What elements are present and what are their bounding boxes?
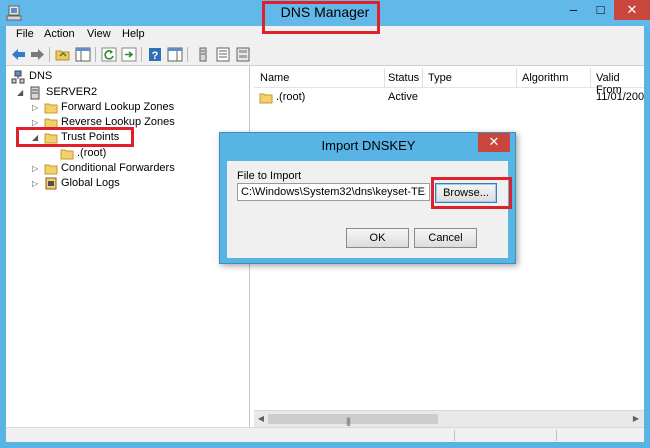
tree-label-dns: DNS bbox=[29, 70, 53, 82]
scrollbar-grip: ||| bbox=[346, 416, 351, 426]
properties-icon[interactable] bbox=[234, 46, 252, 63]
tree-label-root: .(root) bbox=[77, 147, 107, 159]
tree-node-server2[interactable]: ◢ SERVER2 bbox=[17, 85, 217, 100]
menu-view[interactable]: View bbox=[87, 28, 111, 40]
annotation-highlight-trust-points bbox=[16, 127, 134, 147]
close-window-button[interactable]: ✕ bbox=[614, 0, 650, 20]
tree-node-global-logs[interactable]: ▷ Global Logs bbox=[32, 176, 242, 191]
dialog-close-button[interactable]: ✕ bbox=[478, 133, 510, 152]
column-divider[interactable] bbox=[590, 68, 591, 88]
column-divider[interactable] bbox=[516, 68, 517, 88]
list-view-icon[interactable] bbox=[214, 46, 232, 63]
menu-file[interactable]: File bbox=[16, 28, 34, 40]
scroll-left-arrow-icon[interactable]: ◀ bbox=[255, 413, 267, 425]
svg-text:?: ? bbox=[152, 50, 159, 62]
row-valid-from: 11/01/2009 bbox=[596, 91, 644, 103]
column-header-name[interactable]: Name bbox=[260, 72, 289, 84]
toolbar-separator bbox=[187, 47, 188, 62]
list-header: Name Status Type Algorithm Valid From bbox=[254, 68, 644, 96]
file-path-input[interactable] bbox=[237, 183, 430, 201]
cancel-button[interactable]: Cancel bbox=[414, 228, 477, 248]
ok-button[interactable]: OK bbox=[346, 228, 409, 248]
tree-node-forward-lookup-zones[interactable]: ▷ Forward Lookup Zones bbox=[32, 100, 242, 115]
scroll-right-arrow-icon[interactable]: ▶ bbox=[630, 413, 642, 425]
console-tree: DNS ◢ SERVER2 ▷ Forward Lookup Zones ▷ R… bbox=[6, 66, 250, 442]
tree-node-dns[interactable]: DNS bbox=[11, 69, 211, 84]
show-console-tree-icon[interactable] bbox=[74, 46, 92, 63]
tree-node-root[interactable]: .(root) bbox=[60, 146, 210, 161]
annotation-highlight-title bbox=[262, 1, 380, 34]
column-header-type[interactable]: Type bbox=[428, 72, 452, 84]
tree-label-server: SERVER2 bbox=[46, 86, 98, 98]
tree-label-conditional-forwarders: Conditional Forwarders bbox=[61, 162, 175, 174]
event-log-icon bbox=[44, 177, 58, 193]
export-list-icon[interactable] bbox=[120, 46, 138, 63]
help-icon[interactable]: ? bbox=[146, 46, 164, 63]
tree-node-conditional-forwarders[interactable]: ▷ Conditional Forwarders bbox=[32, 161, 242, 176]
column-header-algorithm[interactable]: Algorithm bbox=[522, 72, 568, 84]
minimize-button[interactable]: – bbox=[560, 0, 587, 20]
annotation-highlight-browse bbox=[431, 177, 512, 209]
expand-arrow-icon[interactable]: ▷ bbox=[32, 118, 38, 127]
forward-arrow-icon[interactable] bbox=[28, 46, 46, 63]
up-folder-icon[interactable] bbox=[54, 46, 72, 63]
tree-label-global-logs: Global Logs bbox=[61, 177, 120, 189]
maximize-button[interactable]: □ bbox=[587, 0, 614, 20]
toolbar-separator bbox=[49, 47, 50, 62]
expand-arrow-icon[interactable]: ▷ bbox=[32, 179, 38, 188]
horizontal-scrollbar[interactable]: ◀ ||| ▶ bbox=[254, 410, 644, 427]
back-arrow-icon[interactable] bbox=[10, 46, 28, 63]
dialog-body: File to Import Browse... OK Cancel bbox=[227, 161, 508, 258]
expand-arrow-icon[interactable]: ▷ bbox=[32, 103, 38, 112]
tree-label-forward-lookup-zones: Forward Lookup Zones bbox=[61, 101, 175, 113]
dialog-title: Import DNSKEY bbox=[321, 138, 416, 153]
column-header-status[interactable]: Status bbox=[388, 72, 419, 84]
file-to-import-label: File to Import bbox=[237, 170, 302, 182]
toolbar: ? bbox=[6, 44, 644, 66]
list-item[interactable]: .(root) Active 11/01/2009 bbox=[254, 90, 644, 106]
menu-action[interactable]: Action bbox=[44, 28, 75, 40]
server-icon[interactable] bbox=[194, 46, 212, 63]
folder-icon bbox=[259, 91, 273, 107]
row-status: Active bbox=[388, 91, 418, 103]
dns-manager-window: DNS Manager – □ ✕ File Action View Help bbox=[0, 0, 650, 448]
row-name: .(root) bbox=[276, 91, 306, 103]
status-bar-divider bbox=[556, 430, 557, 441]
toolbar-separator bbox=[95, 47, 96, 62]
status-bar-divider bbox=[454, 430, 455, 441]
expand-arrow-icon[interactable]: ▷ bbox=[32, 164, 38, 173]
menu-help[interactable]: Help bbox=[122, 28, 145, 40]
column-divider[interactable] bbox=[384, 68, 385, 88]
show-action-pane-icon[interactable] bbox=[166, 46, 184, 63]
scrollbar-thumb[interactable]: ||| bbox=[268, 414, 438, 426]
refresh-icon[interactable] bbox=[100, 46, 118, 63]
column-divider[interactable] bbox=[422, 68, 423, 88]
collapse-arrow-icon[interactable]: ◢ bbox=[17, 88, 23, 97]
toolbar-separator bbox=[141, 47, 142, 62]
status-bar bbox=[6, 427, 644, 442]
